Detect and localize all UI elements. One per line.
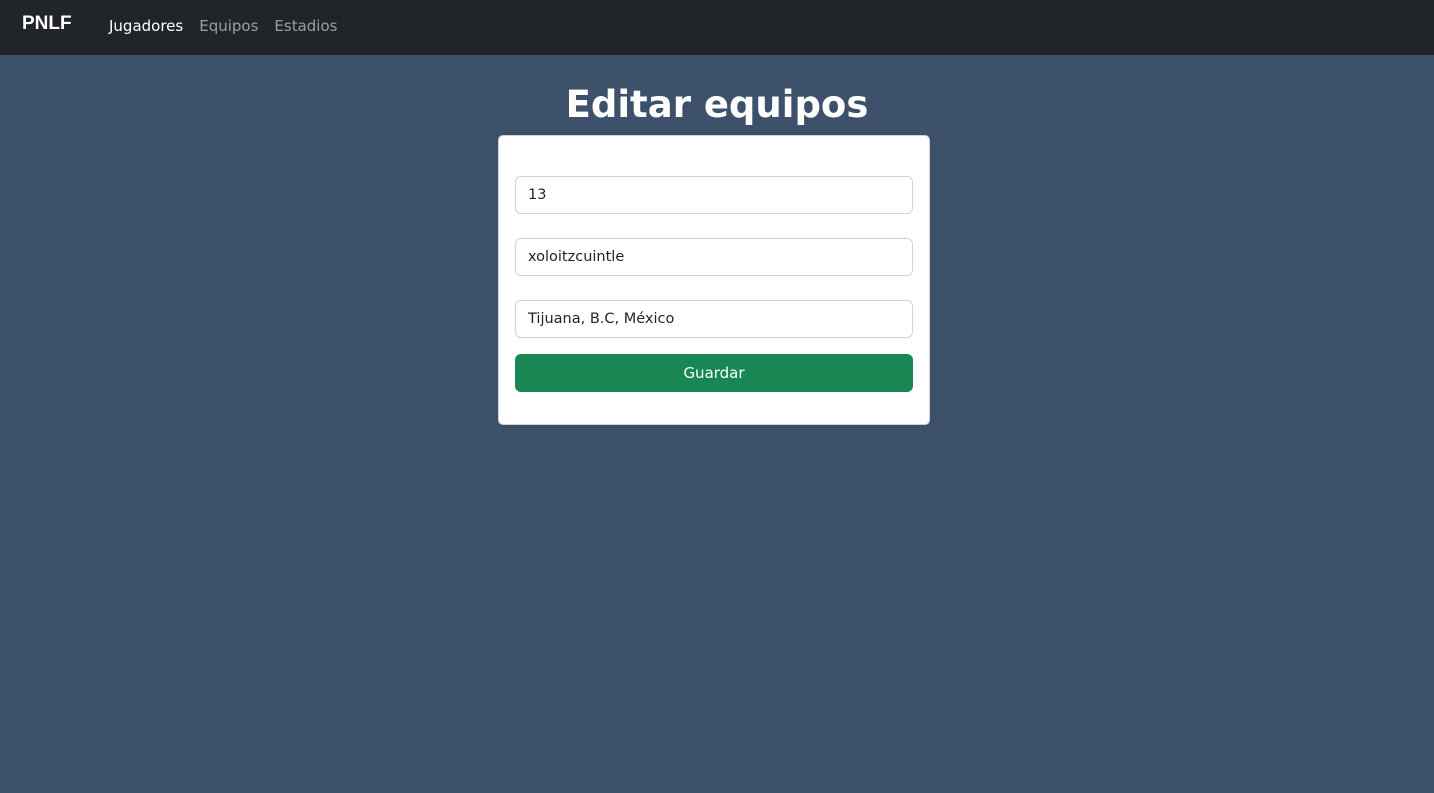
top-navbar: PNLF Jugadores Equipos Estadios (0, 0, 1434, 55)
nav-link-jugadores[interactable]: Jugadores (109, 16, 183, 36)
page-title: Editar equipos (565, 83, 869, 126)
save-button[interactable]: Guardar (515, 354, 913, 392)
team-id-input[interactable] (515, 176, 913, 214)
nav-link-estadios[interactable]: Estadios (274, 16, 337, 36)
team-location-input[interactable] (515, 300, 913, 338)
nav-link-equipos[interactable]: Equipos (199, 16, 258, 36)
nav-links: Jugadores Equipos Estadios (109, 16, 353, 36)
brand-link[interactable]: PNLF (22, 12, 72, 36)
team-name-input[interactable] (515, 238, 913, 276)
edit-team-card: Guardar (498, 135, 930, 425)
